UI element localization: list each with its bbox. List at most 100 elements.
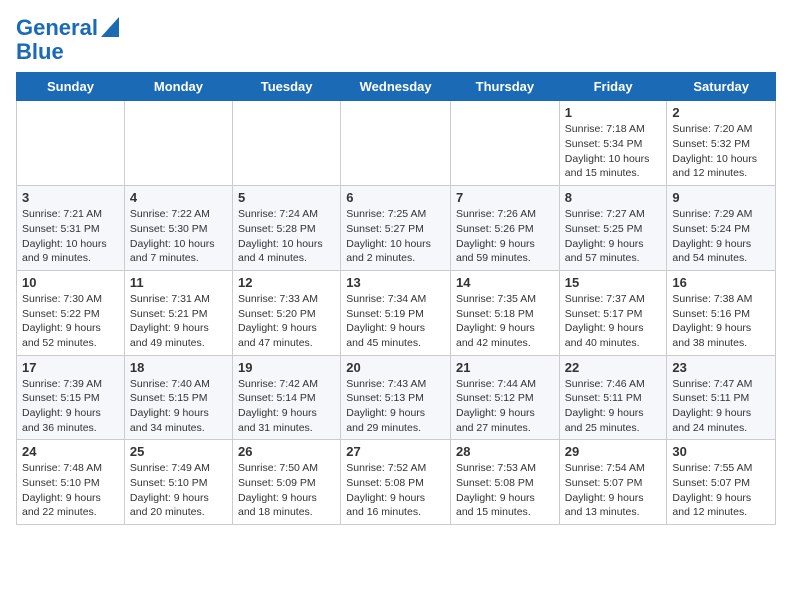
day-number: 16 (672, 275, 770, 290)
day-number: 18 (130, 360, 227, 375)
calendar-cell: 3 Sunrise: 7:21 AMSunset: 5:31 PMDaylight… (17, 186, 125, 271)
day-number: 7 (456, 190, 554, 205)
weekday-header-sunday: Sunday (17, 73, 125, 101)
day-info: Sunrise: 7:21 AMSunset: 5:31 PMDaylight:… (22, 207, 119, 266)
calendar-cell: 1Sunrise: 7:18 AMSunset: 5:34 PMDaylight… (559, 101, 667, 186)
calendar-cell: 5Sunrise: 7:24 AMSunset: 5:28 PMDaylight… (233, 186, 341, 271)
day-info: Sunrise: 7:49 AMSunset: 5:10 PMDaylight:… (130, 461, 227, 520)
day-number: 6 (346, 190, 445, 205)
day-number: 12 (238, 275, 335, 290)
calendar-cell: 22 Sunrise: 7:46 AMSunset: 5:11 PMDayligh… (559, 355, 667, 440)
calendar-cell: 20 Sunrise: 7:43 AMSunset: 5:13 PMDayligh… (341, 355, 451, 440)
day-info: Sunrise: 7:24 AMSunset: 5:28 PMDaylight:… (238, 207, 335, 266)
weekday-header-thursday: Thursday (451, 73, 560, 101)
day-number: 14 (456, 275, 554, 290)
calendar-cell: 14 Sunrise: 7:35 AMSunset: 5:18 PMDayligh… (451, 270, 560, 355)
calendar-week-row: 17 Sunrise: 7:39 AMSunset: 5:15 PMDayligh… (17, 355, 776, 440)
day-number: 11 (130, 275, 227, 290)
day-info: Sunrise: 7:55 AMSunset: 5:07 PMDaylight:… (672, 461, 770, 520)
day-number: 9 (672, 190, 770, 205)
calendar-cell: 21 Sunrise: 7:44 AMSunset: 5:12 PMDayligh… (451, 355, 560, 440)
calendar-cell: 7 Sunrise: 7:26 AMSunset: 5:26 PMDaylight… (451, 186, 560, 271)
calendar-cell (233, 101, 341, 186)
weekday-header-friday: Friday (559, 73, 667, 101)
day-info: Sunrise: 7:43 AMSunset: 5:13 PMDaylight:… (346, 377, 445, 436)
day-info: Sunrise: 7:42 AMSunset: 5:14 PMDaylight:… (238, 377, 335, 436)
day-number: 20 (346, 360, 445, 375)
day-info: Sunrise: 7:26 AMSunset: 5:26 PMDaylight:… (456, 207, 554, 266)
day-number: 29 (565, 444, 662, 459)
calendar-week-row: 24 Sunrise: 7:48 AMSunset: 5:10 PMDayligh… (17, 440, 776, 525)
calendar-cell: 30Sunrise: 7:55 AMSunset: 5:07 PMDayligh… (667, 440, 776, 525)
day-info: Sunrise: 7:40 AMSunset: 5:15 PMDaylight:… (130, 377, 227, 436)
day-info: Sunrise: 7:20 AMSunset: 5:32 PMDaylight:… (672, 122, 770, 181)
calendar-cell: 29 Sunrise: 7:54 AMSunset: 5:07 PMDayligh… (559, 440, 667, 525)
calendar-body: 1Sunrise: 7:18 AMSunset: 5:34 PMDaylight… (17, 101, 776, 525)
day-info: Sunrise: 7:38 AMSunset: 5:16 PMDaylight:… (672, 292, 770, 351)
calendar-cell: 19Sunrise: 7:42 AMSunset: 5:14 PMDayligh… (233, 355, 341, 440)
day-info: Sunrise: 7:31 AMSunset: 5:21 PMDaylight:… (130, 292, 227, 351)
day-number: 28 (456, 444, 554, 459)
day-number: 17 (22, 360, 119, 375)
day-info: Sunrise: 7:34 AMSunset: 5:19 PMDaylight:… (346, 292, 445, 351)
day-number: 23 (672, 360, 770, 375)
calendar-cell: 27 Sunrise: 7:52 AMSunset: 5:08 PMDayligh… (341, 440, 451, 525)
calendar-week-row: 10Sunrise: 7:30 AMSunset: 5:22 PMDayligh… (17, 270, 776, 355)
calendar-cell: 15Sunrise: 7:37 AMSunset: 5:17 PMDayligh… (559, 270, 667, 355)
day-info: Sunrise: 7:35 AMSunset: 5:18 PMDaylight:… (456, 292, 554, 351)
day-info: Sunrise: 7:39 AMSunset: 5:15 PMDaylight:… (22, 377, 119, 436)
calendar-cell: 9 Sunrise: 7:29 AMSunset: 5:24 PMDaylight… (667, 186, 776, 271)
day-info: Sunrise: 7:22 AMSunset: 5:30 PMDaylight:… (130, 207, 227, 266)
calendar-cell: 26 Sunrise: 7:50 AMSunset: 5:09 PMDayligh… (233, 440, 341, 525)
weekday-header-tuesday: Tuesday (233, 73, 341, 101)
day-number: 24 (22, 444, 119, 459)
day-number: 3 (22, 190, 119, 205)
calendar-cell (341, 101, 451, 186)
day-number: 4 (130, 190, 227, 205)
weekday-header-row: SundayMondayTuesdayWednesdayThursdayFrid… (17, 73, 776, 101)
day-info: Sunrise: 7:33 AMSunset: 5:20 PMDaylight:… (238, 292, 335, 351)
day-info: Sunrise: 7:48 AMSunset: 5:10 PMDaylight:… (22, 461, 119, 520)
day-number: 21 (456, 360, 554, 375)
calendar-cell: 10Sunrise: 7:30 AMSunset: 5:22 PMDayligh… (17, 270, 125, 355)
day-info: Sunrise: 7:44 AMSunset: 5:12 PMDaylight:… (456, 377, 554, 436)
day-info: Sunrise: 7:47 AMSunset: 5:11 PMDaylight:… (672, 377, 770, 436)
calendar-cell: 23 Sunrise: 7:47 AMSunset: 5:11 PMDayligh… (667, 355, 776, 440)
day-number: 2 (672, 105, 770, 120)
calendar-cell: 11 Sunrise: 7:31 AMSunset: 5:21 PMDayligh… (124, 270, 232, 355)
calendar-table: SundayMondayTuesdayWednesdayThursdayFrid… (16, 72, 776, 525)
logo-text-line1: General (16, 16, 98, 40)
calendar-cell: 13Sunrise: 7:34 AMSunset: 5:19 PMDayligh… (341, 270, 451, 355)
day-info: Sunrise: 7:46 AMSunset: 5:11 PMDaylight:… (565, 377, 662, 436)
calendar-cell (124, 101, 232, 186)
day-info: Sunrise: 7:52 AMSunset: 5:08 PMDaylight:… (346, 461, 445, 520)
logo: General Blue (16, 16, 119, 64)
day-info: Sunrise: 7:37 AMSunset: 5:17 PMDaylight:… (565, 292, 662, 351)
calendar-cell: 28Sunrise: 7:53 AMSunset: 5:08 PMDayligh… (451, 440, 560, 525)
calendar-cell: 24 Sunrise: 7:48 AMSunset: 5:10 PMDayligh… (17, 440, 125, 525)
day-info: Sunrise: 7:18 AMSunset: 5:34 PMDaylight:… (565, 122, 662, 181)
calendar-week-row: 1Sunrise: 7:18 AMSunset: 5:34 PMDaylight… (17, 101, 776, 186)
day-number: 26 (238, 444, 335, 459)
page-header: General Blue (16, 16, 776, 64)
day-info: Sunrise: 7:50 AMSunset: 5:09 PMDaylight:… (238, 461, 335, 520)
logo-text-line2: Blue (16, 40, 119, 64)
calendar-cell: 12 Sunrise: 7:33 AMSunset: 5:20 PMDayligh… (233, 270, 341, 355)
calendar-header: SundayMondayTuesdayWednesdayThursdayFrid… (17, 73, 776, 101)
calendar-cell: 16 Sunrise: 7:38 AMSunset: 5:16 PMDayligh… (667, 270, 776, 355)
day-number: 8 (565, 190, 662, 205)
day-number: 25 (130, 444, 227, 459)
weekday-header-wednesday: Wednesday (341, 73, 451, 101)
weekday-header-monday: Monday (124, 73, 232, 101)
calendar-cell: 18 Sunrise: 7:40 AMSunset: 5:15 PMDayligh… (124, 355, 232, 440)
day-info: Sunrise: 7:29 AMSunset: 5:24 PMDaylight:… (672, 207, 770, 266)
day-number: 27 (346, 444, 445, 459)
calendar-cell: 25 Sunrise: 7:49 AMSunset: 5:10 PMDayligh… (124, 440, 232, 525)
day-info: Sunrise: 7:54 AMSunset: 5:07 PMDaylight:… (565, 461, 662, 520)
calendar-cell: 8 Sunrise: 7:27 AMSunset: 5:25 PMDaylight… (559, 186, 667, 271)
weekday-header-saturday: Saturday (667, 73, 776, 101)
day-number: 22 (565, 360, 662, 375)
calendar-cell: 17 Sunrise: 7:39 AMSunset: 5:15 PMDayligh… (17, 355, 125, 440)
calendar-cell: 2 Sunrise: 7:20 AMSunset: 5:32 PMDaylight… (667, 101, 776, 186)
day-info: Sunrise: 7:27 AMSunset: 5:25 PMDaylight:… (565, 207, 662, 266)
